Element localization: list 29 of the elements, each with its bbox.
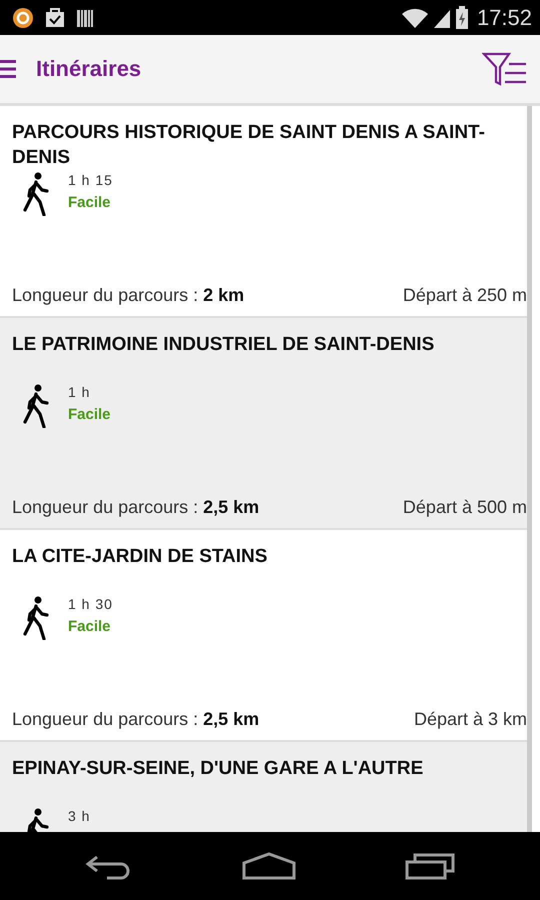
clock-time: 17:52 bbox=[476, 4, 532, 30]
screen-title: Itinéraires bbox=[36, 56, 142, 82]
route-title: PARCOURS HISTORIQUE DE SAINT DENIS A SAINT-DENIS bbox=[12, 121, 486, 170]
recent-apps-icon[interactable] bbox=[405, 852, 456, 880]
duration-text: 1 h 30 bbox=[68, 596, 113, 612]
difficulty-text: Facile bbox=[68, 406, 111, 423]
battery-icon bbox=[454, 6, 469, 30]
app-notification-icon bbox=[12, 6, 34, 28]
clipboard-check-icon bbox=[44, 6, 66, 28]
duration-text: 1 h 15 bbox=[68, 172, 113, 188]
duration-text: 1 h bbox=[68, 384, 92, 400]
home-icon[interactable] bbox=[242, 852, 296, 880]
departure-distance-text: Départ à 500 m bbox=[402, 497, 527, 518]
departure-distance-text: Départ à 250 m bbox=[402, 285, 527, 306]
route-length-text: Longueur du parcours : 2,5 km bbox=[12, 709, 260, 730]
difficulty-text: Facile bbox=[68, 618, 112, 635]
route-length-text: Longueur du parcours : 2,5 km bbox=[12, 497, 260, 518]
wifi-icon bbox=[400, 6, 429, 28]
menu-icon[interactable] bbox=[0, 59, 16, 79]
route-title: LA CITE-JARDIN DE STAINS bbox=[12, 545, 268, 569]
route-list-item[interactable]: EPINAY-SUR-SEINE, D'UNE GARE A L'AUTRE 3 h bbox=[0, 742, 527, 832]
route-length-text: Longueur du parcours : 2 km bbox=[12, 285, 244, 306]
route-title: EPINAY-SUR-SEINE, D'UNE GARE A L'AUTRE bbox=[12, 757, 424, 781]
route-title: LE PATRIMOINE INDUSTRIEL DE SAINT-DENIS bbox=[12, 333, 436, 357]
difficulty-text: Facile bbox=[68, 194, 112, 211]
duration-text: 3 h bbox=[68, 808, 90, 824]
filter-icon[interactable] bbox=[482, 51, 528, 87]
route-list-item[interactable]: LE PATRIMOINE INDUSTRIEL DE SAINT-DENIS 1 h Facile Longueur du parcours : 2,5 km Départ à 500 m bbox=[0, 318, 527, 530]
departure-distance-text: Départ à 3 km bbox=[414, 709, 527, 730]
